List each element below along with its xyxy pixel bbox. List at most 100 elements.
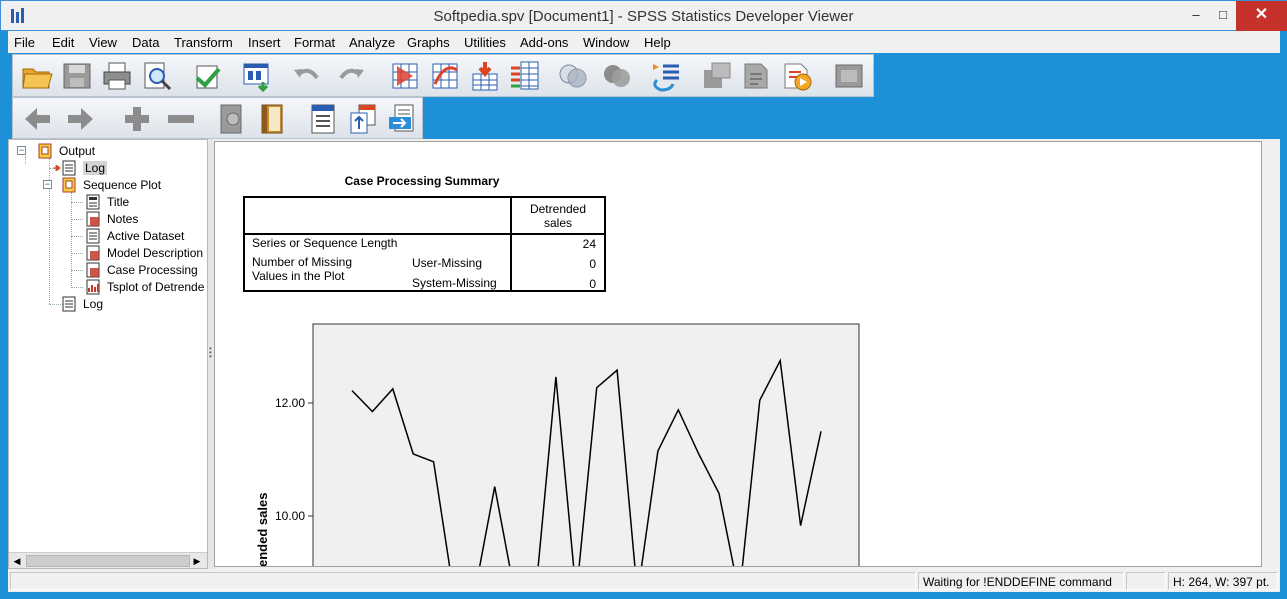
row-series-length-label: Series or Sequence Length <box>252 236 398 250</box>
content-pane[interactable]: Case Processing Summary Detrended sales … <box>214 141 1262 567</box>
menu-insert[interactable]: Insert <box>248 35 281 50</box>
tree-item-tsplot[interactable]: Tsplot of Detrende <box>85 279 207 295</box>
status-message: Waiting for !ENDDEFINE command <box>918 572 1124 590</box>
menu-view[interactable]: View <box>89 35 117 50</box>
menu-utilities[interactable]: Utilities <box>464 35 506 50</box>
menu-add-ons[interactable]: Add-ons <box>520 35 568 50</box>
row-series-length-value: 24 <box>582 237 596 251</box>
tree-item-output[interactable]: Output <box>37 143 197 159</box>
row-missing-values-label: Number of Missing Values in the Plot <box>252 255 352 283</box>
autoscript-icon[interactable] <box>781 60 813 92</box>
sequence-plot-book-icon <box>62 177 76 193</box>
insert-title-icon[interactable] <box>347 103 379 135</box>
notes-table-icon <box>86 211 100 227</box>
hide-icon[interactable] <box>257 103 289 135</box>
tree-item-sequence-plot[interactable]: Sequence Plot <box>61 177 201 193</box>
status-empty-segment <box>10 572 916 590</box>
scroll-right-arrow-icon[interactable]: ▶ <box>190 554 204 568</box>
menu-file[interactable]: File <box>14 35 35 50</box>
tree-item-notes[interactable]: Notes <box>85 211 205 227</box>
tree-item-log-1[interactable]: Log <box>53 160 201 176</box>
scroll-left-arrow-icon[interactable]: ◀ <box>10 554 24 568</box>
collapse-icon[interactable] <box>165 103 197 135</box>
y-tick-label: 12.00 <box>275 396 305 410</box>
maximize-button[interactable]: □ <box>1208 1 1238 31</box>
show-all-variables-icon[interactable] <box>601 60 633 92</box>
menu-bar: File Edit View Data Transform Insert For… <box>8 31 1280 53</box>
goto-variable-icon[interactable] <box>429 60 461 92</box>
undo-icon[interactable] <box>291 60 323 92</box>
redo-icon[interactable] <box>335 60 367 92</box>
sequence-plot-chart[interactable]: 12.00 10.00 ended sales <box>215 317 915 567</box>
run-script-icon[interactable] <box>651 60 683 92</box>
collapse-sequence-plot-button[interactable]: − <box>43 180 52 189</box>
tree-label-model-description: Model Description <box>107 246 204 260</box>
chart-icon <box>86 279 100 295</box>
export-icon[interactable] <box>191 60 223 92</box>
menu-help[interactable]: Help <box>644 35 671 50</box>
column-header-line1: Detrended <box>529 202 587 216</box>
save-icon[interactable] <box>61 60 93 92</box>
recall-dialog-icon[interactable] <box>241 60 273 92</box>
goto-case-icon[interactable] <box>389 60 421 92</box>
tree-item-model-description[interactable]: Model Description <box>85 245 207 261</box>
tree-item-log-2[interactable]: Log <box>61 296 201 312</box>
tree-label-case-processing: Case Processing <box>107 263 198 277</box>
scroll-thumb[interactable] <box>26 555 190 567</box>
value-labels-icon[interactable] <box>833 60 865 92</box>
variables-icon[interactable] <box>509 60 541 92</box>
case-processing-title: Case Processing Summary <box>344 174 500 188</box>
tree-label-active-dataset: Active Dataset <box>107 229 185 243</box>
outline-pane[interactable]: − − Output Log Sequence Plot Title Notes… <box>8 139 208 569</box>
tree-label-title: Title <box>107 195 130 209</box>
menu-transform[interactable]: Transform <box>174 35 233 50</box>
forward-icon[interactable] <box>65 103 97 135</box>
insert-heading-icon[interactable] <box>307 103 339 135</box>
title-doc-icon <box>86 194 100 210</box>
tree-item-title[interactable]: Title <box>85 194 205 210</box>
menu-graphs[interactable]: Graphs <box>407 35 450 50</box>
expand-icon[interactable] <box>121 103 153 135</box>
standard-toolbar <box>12 54 874 97</box>
status-bar: Waiting for !ENDDEFINE command H: 264, W… <box>8 569 1280 592</box>
designate-window-icon[interactable] <box>701 60 733 92</box>
print-preview-icon[interactable] <box>141 60 173 92</box>
active-dataset-doc-icon <box>86 228 100 244</box>
create-edit-icon[interactable] <box>741 60 773 92</box>
menu-analyze[interactable]: Analyze <box>349 35 395 50</box>
menu-edit[interactable]: Edit <box>52 35 74 50</box>
status-empty-segment-2 <box>1126 572 1166 590</box>
insert-cases-icon[interactable] <box>469 60 501 92</box>
tree-item-case-processing[interactable]: Case Processing <box>85 262 207 278</box>
open-icon[interactable] <box>21 60 53 92</box>
show-icon[interactable] <box>217 103 249 135</box>
viewer-main: − − Output Log Sequence Plot Title Notes… <box>8 139 1280 569</box>
back-icon[interactable] <box>21 103 53 135</box>
viewer-toolbar <box>12 97 423 139</box>
use-sets-icon[interactable] <box>557 60 589 92</box>
tree-item-active-dataset[interactable]: Active Dataset <box>85 228 205 244</box>
system-missing-label: System-Missing <box>412 276 497 290</box>
y-tick-label: 10.00 <box>275 509 305 523</box>
outline-horizontal-scrollbar[interactable]: ◀ ▶ <box>9 552 207 568</box>
menu-data[interactable]: Data <box>132 35 159 50</box>
menu-format[interactable]: Format <box>294 35 335 50</box>
model-description-table-icon <box>86 245 100 261</box>
y-axis-label: ended sales <box>255 493 270 567</box>
tree-label-tsplot: Tsplot of Detrende <box>107 280 205 294</box>
menu-window[interactable]: Window <box>583 35 629 50</box>
collapse-output-button[interactable]: − <box>17 146 26 155</box>
case-processing-table[interactable]: Detrended sales Series or Sequence Lengt… <box>243 196 606 292</box>
status-dimensions: H: 264, W: 397 pt. <box>1168 572 1278 590</box>
minimize-button[interactable]: – <box>1181 1 1211 31</box>
insert-text-icon[interactable] <box>387 103 419 135</box>
close-button[interactable]: ✕ <box>1236 1 1287 31</box>
column-header-line2: sales <box>543 216 572 230</box>
title-bar: Softpedia.spv [Document1] - SPSS Statist… <box>0 0 1287 31</box>
plot-area <box>312 323 860 566</box>
current-item-arrow-icon <box>53 165 61 171</box>
user-missing-label: User-Missing <box>412 256 483 270</box>
print-icon[interactable] <box>101 60 133 92</box>
tree-label-output: Output <box>59 144 96 158</box>
splitter-grip-icon[interactable]: • • • <box>209 345 213 361</box>
